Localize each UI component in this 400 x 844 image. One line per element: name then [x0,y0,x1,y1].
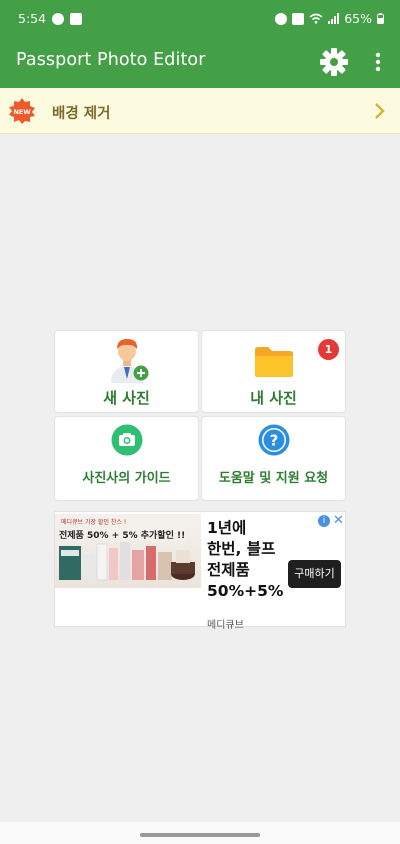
gallery-notification-icon [70,12,83,25]
remove-background-banner[interactable]: NEW 배경 제거 [0,88,400,134]
add-person-icon [111,339,149,383]
alarm-icon [275,12,288,25]
ad-info-icon[interactable]: i [318,515,330,527]
help-support-button[interactable]: ? 도움말 및 지원 요청 [201,416,346,501]
my-photos-button[interactable]: 1 내 사진 [201,330,346,413]
help-support-label: 도움말 및 지원 요청 [218,471,329,486]
ad-image[interactable]: 메디큐브 가장 할인 찬스 ! 전제품 50% + 5% 추가할인 !! [55,514,201,588]
more-vert-icon[interactable] [368,48,388,76]
help-icon: ? [258,424,290,456]
new-badge-text: NEW [13,108,30,116]
new-badge-icon: NEW [9,98,35,124]
ad-close-icon[interactable]: ✕ [333,513,344,528]
mute-icon [292,12,305,25]
home-gesture-handle[interactable] [140,833,260,837]
ad-products-image [59,542,195,581]
banner-label: 배경 제거 [52,106,111,122]
my-photos-count-badge: 1 [318,339,339,360]
chat-notification-icon [52,12,65,25]
status-bar: 5:54 65% [0,0,400,36]
new-photo-label: 새 사진 [103,389,150,407]
chevron-right-icon [375,103,385,119]
system-nav-bar [0,822,400,844]
folder-icon [255,347,293,377]
status-time: 5:54 [18,11,47,26]
ad-advertiser: 메디큐브 [207,620,244,631]
ad-title: 1년에 한번, 블프 전제품 50%+5% [207,519,284,600]
battery-level: 65% [344,11,372,26]
battery-icon [377,13,384,24]
app-bar: Passport Photo Editor [0,36,400,88]
app-title: Passport Photo Editor [16,50,206,70]
advertisement[interactable]: 메디큐브 가장 할인 찬스 ! 전제품 50% + 5% 추가할인 !! 1년에… [54,511,346,631]
camera-icon [111,424,143,456]
photographer-guide-button[interactable]: 사진사의 가이드 [54,416,199,501]
new-photo-button[interactable]: 새 사진 [54,330,199,413]
ad-buy-button[interactable]: 구매하기 [288,560,341,588]
gear-icon[interactable] [318,46,350,78]
wifi-icon [309,13,323,24]
photographer-guide-label: 사진사의 가이드 [82,471,171,486]
signal-icon [328,13,340,24]
svg-text:?: ? [270,432,279,450]
my-photos-label: 내 사진 [250,389,297,407]
